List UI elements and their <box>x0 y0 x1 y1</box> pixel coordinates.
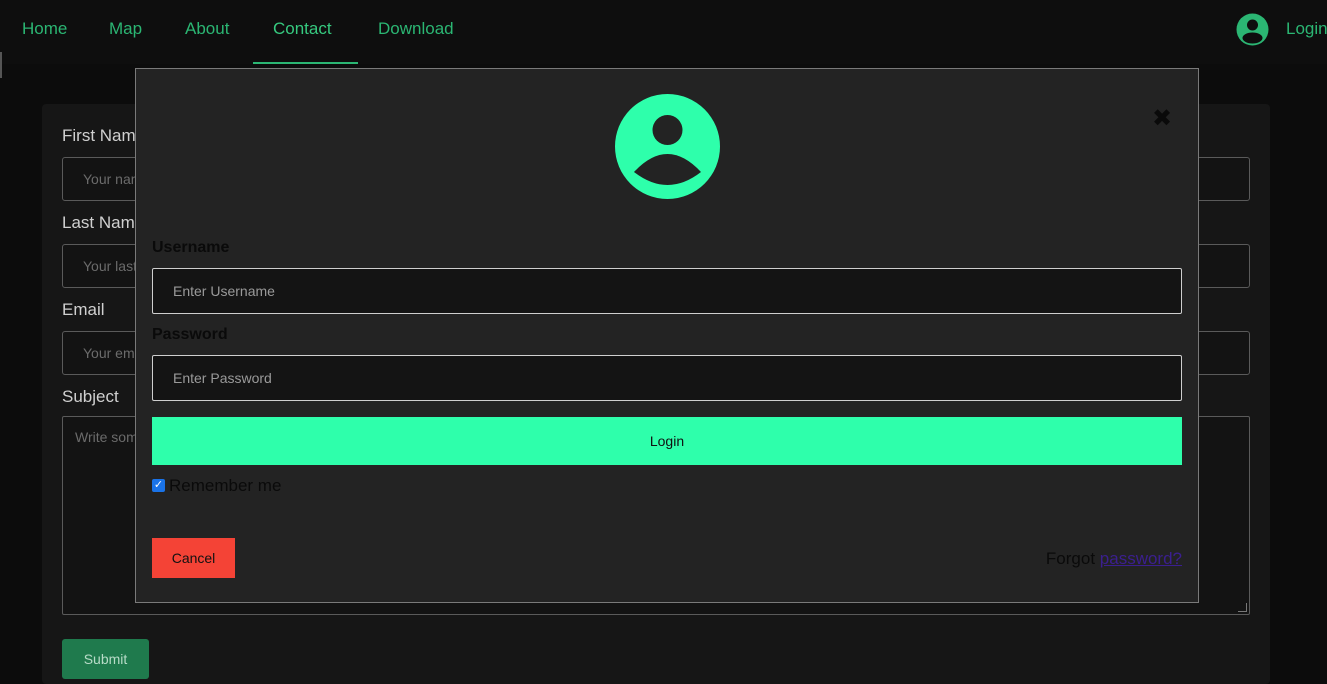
forgot-text: Forgot <box>1045 549 1100 568</box>
nav-download[interactable]: Download <box>378 0 454 64</box>
login-modal: ✖ Username Enter Username Password Enter… <box>135 68 1199 603</box>
username-label: Username <box>152 239 230 256</box>
nav-contact[interactable]: Contact <box>273 0 332 64</box>
remember-me-label: Remember me <box>169 476 282 495</box>
remember-me-checkbox[interactable]: ✓ <box>152 479 165 492</box>
nav-home[interactable]: Home <box>22 0 67 64</box>
nav-map[interactable]: Map <box>109 0 142 64</box>
nav-login-link[interactable]: Login <box>1286 0 1327 64</box>
scroll-edge <box>0 52 2 78</box>
top-nav: Home Map About Contact Download Login <box>0 0 1327 64</box>
username-input[interactable]: Enter Username <box>152 268 1182 314</box>
subject-label: Subject <box>62 387 119 406</box>
nav-about[interactable]: About <box>185 0 229 64</box>
cancel-button[interactable]: Cancel <box>152 538 235 578</box>
active-tab-indicator <box>253 62 358 64</box>
forgot-password-link[interactable]: password? <box>1100 549 1182 568</box>
close-icon[interactable]: ✖ <box>1152 107 1172 131</box>
password-input[interactable]: Enter Password <box>152 355 1182 401</box>
last-name-label: Last Name <box>62 213 145 232</box>
user-avatar-icon <box>615 94 720 199</box>
forgot-password: Forgot password? <box>1046 549 1182 569</box>
first-name-label: First Name <box>62 126 146 145</box>
email-label: Email <box>62 300 105 319</box>
submit-button[interactable]: Submit <box>62 639 149 679</box>
resize-handle[interactable] <box>1238 603 1247 612</box>
user-circle-icon[interactable] <box>1236 13 1269 46</box>
login-button[interactable]: Login <box>152 417 1182 465</box>
password-label: Password <box>152 326 228 343</box>
